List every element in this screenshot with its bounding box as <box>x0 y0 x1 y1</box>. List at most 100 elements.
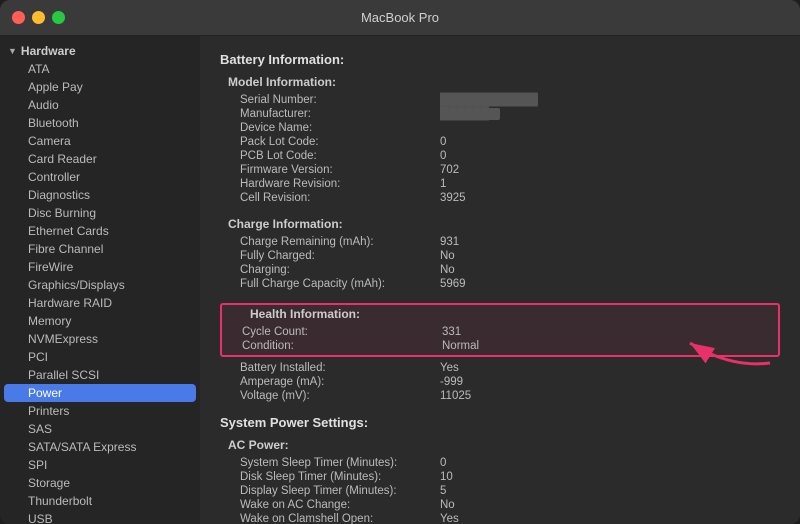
charge-info-group: Charge Information: Charge Remaining (mA… <box>220 217 780 291</box>
manufacturer-row: Manufacturer: ██████ <box>220 107 780 121</box>
hardware-revision-value: 1 <box>440 178 446 190</box>
hardware-section-label: Hardware <box>21 44 76 58</box>
device-name-row: Device Name: <box>220 121 780 135</box>
serial-number-label: Serial Number: <box>240 94 440 106</box>
fully-charged-label: Fully Charged: <box>240 250 440 262</box>
hardware-section-header[interactable]: ▼ Hardware <box>0 42 200 60</box>
maximize-button[interactable] <box>52 11 65 24</box>
wake-clamshell-row: Wake on Clamshell Open: Yes <box>220 512 780 524</box>
ac-power-group: AC Power: System Sleep Timer (Minutes): … <box>220 438 780 524</box>
ac-power-title: AC Power: <box>220 438 780 452</box>
fully-charged-value: No <box>440 250 455 262</box>
charging-label: Charging: <box>240 264 440 276</box>
sidebar-item-usb[interactable]: USB <box>0 510 200 524</box>
sidebar-item-memory[interactable]: Memory <box>0 312 200 330</box>
wake-ac-label: Wake on AC Change: <box>240 499 440 511</box>
firmware-version-label: Firmware Version: <box>240 164 440 176</box>
sidebar-item-nvmexpress[interactable]: NVMExpress <box>0 330 200 348</box>
sidebar-item-sata-express[interactable]: SATA/SATA Express <box>0 438 200 456</box>
main-layout: ▼ Hardware ATA Apple Pay Audio Bluetooth… <box>0 36 800 524</box>
system-sleep-value: 0 <box>440 457 446 469</box>
disk-sleep-row: Disk Sleep Timer (Minutes): 10 <box>220 470 780 484</box>
serial-number-row: Serial Number: ████████████ <box>220 93 780 107</box>
firmware-version-row: Firmware Version: 702 <box>220 163 780 177</box>
full-charge-value: 5969 <box>440 278 466 290</box>
display-sleep-label: Display Sleep Timer (Minutes): <box>240 485 440 497</box>
wake-clamshell-label: Wake on Clamshell Open: <box>240 513 440 524</box>
firmware-version-value: 702 <box>440 164 459 176</box>
health-info-highlight-box: Health Information: Cycle Count: 331 Con… <box>220 303 780 357</box>
sidebar-item-ata[interactable]: ATA <box>0 60 200 78</box>
sidebar-item-controller[interactable]: Controller <box>0 168 200 186</box>
system-power-title: System Power Settings: <box>220 415 780 430</box>
health-info-section: Health Information: Cycle Count: 331 Con… <box>220 303 780 357</box>
sidebar-item-spi[interactable]: SPI <box>0 456 200 474</box>
charge-remaining-row: Charge Remaining (mAh): 931 <box>220 235 780 249</box>
window-controls <box>12 11 65 24</box>
model-info-title: Model Information: <box>220 75 780 89</box>
manufacturer-value: ██████ <box>440 108 500 120</box>
sidebar-item-card-reader[interactable]: Card Reader <box>0 150 200 168</box>
charging-value: No <box>440 264 455 276</box>
hardware-arrow-icon: ▼ <box>8 46 17 56</box>
sidebar[interactable]: ▼ Hardware ATA Apple Pay Audio Bluetooth… <box>0 36 200 524</box>
wake-ac-value: No <box>440 499 455 511</box>
sidebar-item-power[interactable]: Power <box>4 384 196 402</box>
amperage-value: -999 <box>440 376 463 388</box>
wake-clamshell-value: Yes <box>440 513 459 524</box>
pcb-lot-code-row: PCB Lot Code: 0 <box>220 149 780 163</box>
full-charge-row: Full Charge Capacity (mAh): 5969 <box>220 277 780 291</box>
cell-revision-label: Cell Revision: <box>240 192 440 204</box>
charging-row: Charging: No <box>220 263 780 277</box>
pack-lot-code-value: 0 <box>440 136 446 148</box>
sidebar-item-hardware-raid[interactable]: Hardware RAID <box>0 294 200 312</box>
sidebar-item-thunderbolt[interactable]: Thunderbolt <box>0 492 200 510</box>
serial-number-value: ████████████ <box>440 94 538 106</box>
sidebar-item-storage[interactable]: Storage <box>0 474 200 492</box>
condition-row: Condition: Normal <box>222 339 778 353</box>
condition-value: Normal <box>442 340 479 352</box>
battery-installed-label: Battery Installed: <box>240 362 440 374</box>
sidebar-item-camera[interactable]: Camera <box>0 132 200 150</box>
sidebar-item-apple-pay[interactable]: Apple Pay <box>0 78 200 96</box>
voltage-value: 11025 <box>440 390 471 402</box>
sidebar-item-pci[interactable]: PCI <box>0 348 200 366</box>
sidebar-item-audio[interactable]: Audio <box>0 96 200 114</box>
window-title: MacBook Pro <box>361 10 439 25</box>
manufacturer-label: Manufacturer: <box>240 108 440 120</box>
sidebar-item-diagnostics[interactable]: Diagnostics <box>0 186 200 204</box>
charge-info-title: Charge Information: <box>220 217 780 231</box>
full-charge-label: Full Charge Capacity (mAh): <box>240 278 440 290</box>
sidebar-item-printers[interactable]: Printers <box>0 402 200 420</box>
model-info-group: Model Information: Serial Number: ██████… <box>220 75 780 205</box>
titlebar: MacBook Pro <box>0 0 800 36</box>
amperage-label: Amperage (mA): <box>240 376 440 388</box>
hardware-revision-label: Hardware Revision: <box>240 178 440 190</box>
sidebar-item-disc-burning[interactable]: Disc Burning <box>0 204 200 222</box>
pcb-lot-code-label: PCB Lot Code: <box>240 150 440 162</box>
sidebar-item-firewire[interactable]: FireWire <box>0 258 200 276</box>
battery-installed-row: Battery Installed: Yes <box>220 361 780 375</box>
system-sleep-label: System Sleep Timer (Minutes): <box>240 457 440 469</box>
pack-lot-code-row: Pack Lot Code: 0 <box>220 135 780 149</box>
sidebar-item-parallel-scsi[interactable]: Parallel SCSI <box>0 366 200 384</box>
cycle-count-label: Cycle Count: <box>242 326 442 338</box>
sidebar-item-ethernet-cards[interactable]: Ethernet Cards <box>0 222 200 240</box>
minimize-button[interactable] <box>32 11 45 24</box>
content-area: Battery Information: Model Information: … <box>200 36 800 524</box>
sidebar-item-sas[interactable]: SAS <box>0 420 200 438</box>
voltage-label: Voltage (mV): <box>240 390 440 402</box>
disk-sleep-value: 10 <box>440 471 453 483</box>
sidebar-item-fibre-channel[interactable]: Fibre Channel <box>0 240 200 258</box>
disk-sleep-label: Disk Sleep Timer (Minutes): <box>240 471 440 483</box>
cycle-count-value: 331 <box>442 326 461 338</box>
condition-label: Condition: <box>242 340 442 352</box>
cycle-count-row: Cycle Count: 331 <box>222 325 778 339</box>
close-button[interactable] <box>12 11 25 24</box>
battery-installed-value: Yes <box>440 362 459 374</box>
device-name-label: Device Name: <box>240 122 440 134</box>
fully-charged-row: Fully Charged: No <box>220 249 780 263</box>
battery-info-title: Battery Information: <box>220 52 780 67</box>
sidebar-item-bluetooth[interactable]: Bluetooth <box>0 114 200 132</box>
sidebar-item-graphics-displays[interactable]: Graphics/Displays <box>0 276 200 294</box>
